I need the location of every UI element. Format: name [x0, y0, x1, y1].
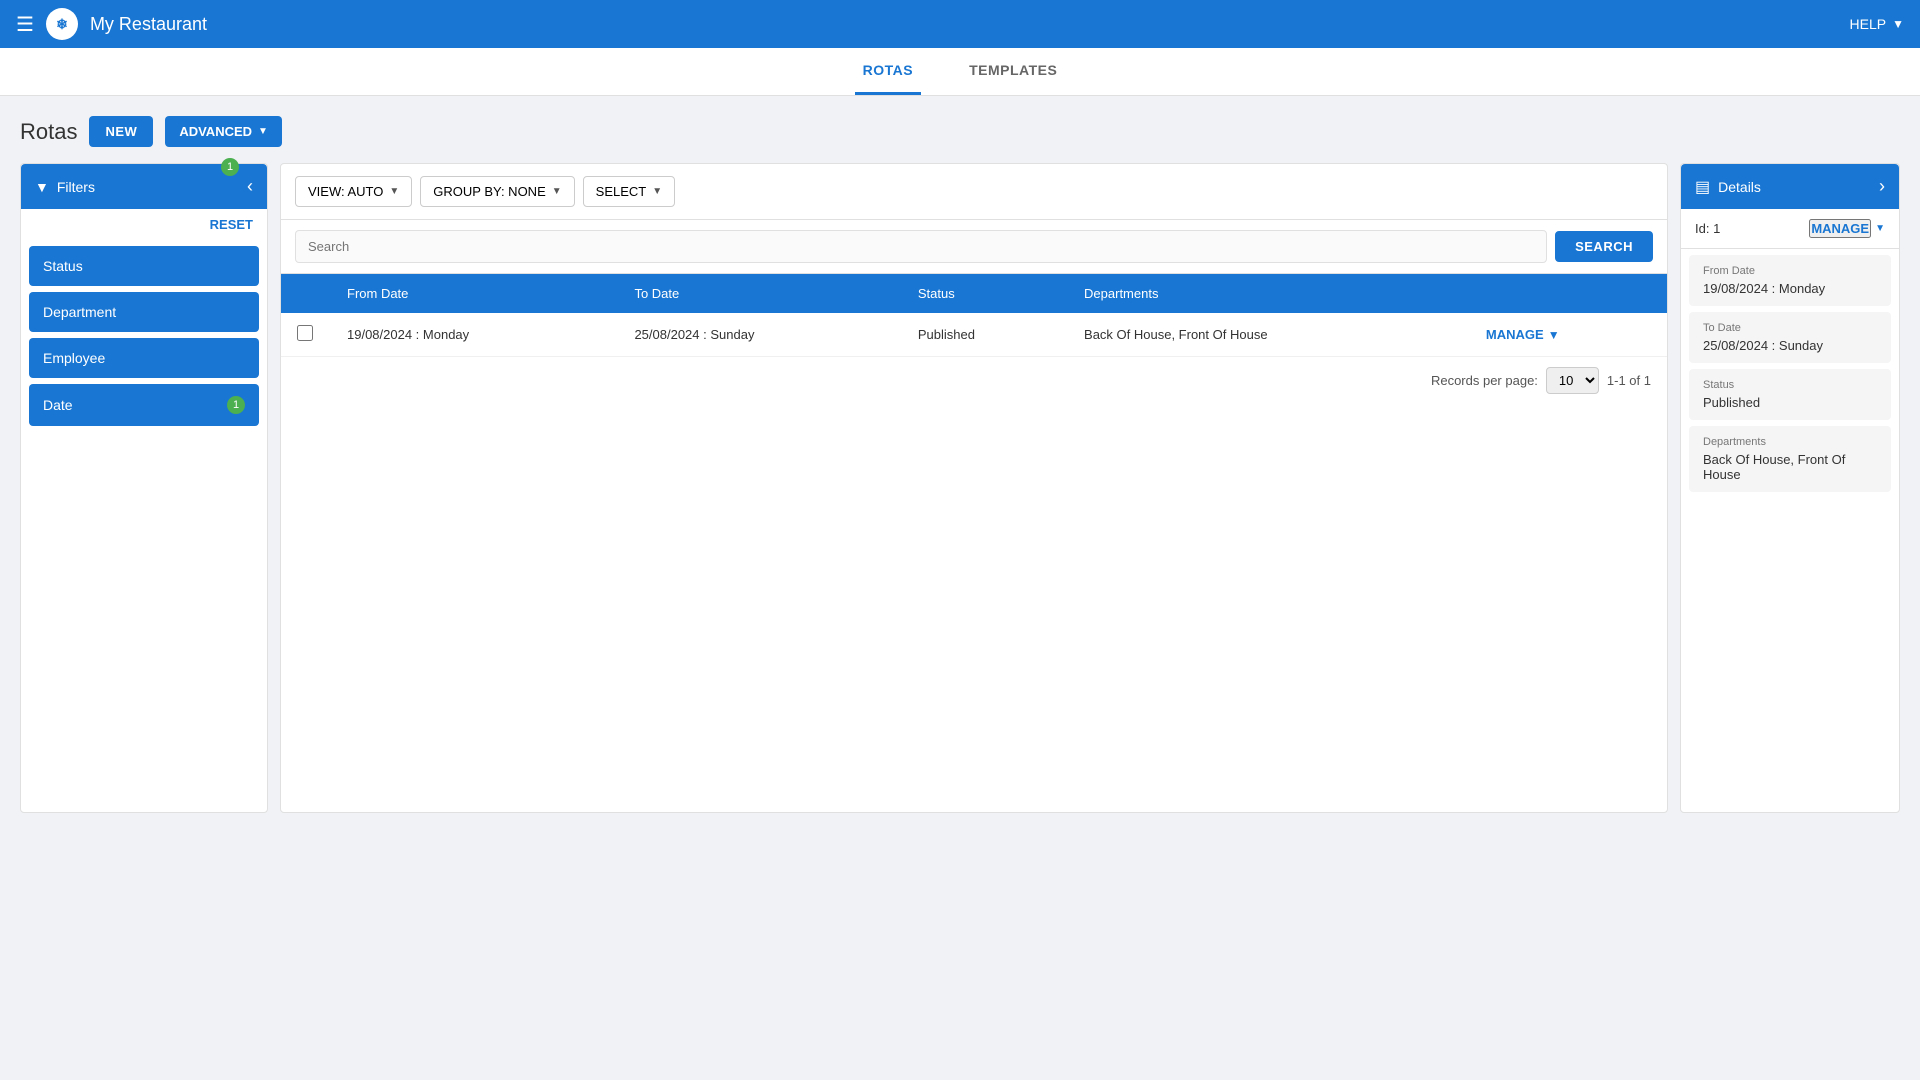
- view-caret-icon: ▼: [389, 186, 399, 197]
- row-from-date: 19/08/2024 : Monday: [331, 313, 618, 357]
- toolbar: VIEW: AUTO ▼ GROUP BY: NONE ▼ SELECT ▼: [281, 164, 1667, 220]
- detail-status-value: Published: [1703, 395, 1877, 410]
- detail-departments-value: Back Of House, Front Of House: [1703, 452, 1877, 482]
- col-status: Status: [902, 274, 1068, 313]
- help-dropdown-icon[interactable]: ▼: [1892, 17, 1904, 31]
- table-row: 19/08/2024 : Monday 25/08/2024 : Sunday …: [281, 313, 1667, 357]
- row-departments: Back Of House, Front Of House: [1068, 313, 1470, 357]
- col-action: [1470, 274, 1667, 313]
- records-per-page-label: Records per page:: [1431, 373, 1538, 388]
- app-title: My Restaurant: [90, 14, 207, 35]
- detail-from-date-label: From Date: [1703, 265, 1877, 277]
- group-label: GROUP BY: NONE: [433, 184, 545, 199]
- select-button[interactable]: SELECT ▼: [583, 176, 675, 207]
- details-id: Id: 1: [1695, 221, 1720, 236]
- group-caret-icon: ▼: [552, 186, 562, 197]
- details-expand-icon[interactable]: ›: [1879, 176, 1885, 197]
- help-label[interactable]: HELP: [1850, 16, 1887, 32]
- details-manage-caret-icon[interactable]: ▼: [1875, 223, 1885, 234]
- tab-rotas[interactable]: ROTAS: [855, 48, 921, 95]
- row-to-date: 25/08/2024 : Sunday: [618, 313, 901, 357]
- filters-collapse-icon[interactable]: ‹: [247, 176, 253, 197]
- col-from-date: From Date: [331, 274, 618, 313]
- advanced-button[interactable]: ADVANCED ▼: [165, 116, 282, 147]
- manage-cell: MANAGE ▼: [1486, 327, 1651, 342]
- detail-to-date-label: To Date: [1703, 322, 1877, 334]
- detail-from-date-value: 19/08/2024 : Monday: [1703, 281, 1877, 296]
- filter-department[interactable]: Department: [29, 292, 259, 332]
- pagination-range: 1-1 of 1: [1607, 373, 1651, 388]
- row-manage-button[interactable]: MANAGE: [1486, 327, 1544, 342]
- app-logo: ❄: [46, 8, 78, 40]
- row-checkbox[interactable]: [297, 325, 313, 341]
- table-head: From Date To Date Status Departments: [281, 274, 1667, 313]
- hamburger-icon[interactable]: ☰: [16, 12, 34, 37]
- row-status: Published: [902, 313, 1068, 357]
- per-page-select[interactable]: 10 25 50: [1546, 367, 1599, 394]
- tab-bar: ROTAS TEMPLATES: [0, 48, 1920, 96]
- select-caret-icon: ▼: [652, 186, 662, 197]
- details-title: Details: [1718, 179, 1761, 195]
- view-label: VIEW: AUTO: [308, 184, 383, 199]
- filter-employee[interactable]: Employee: [29, 338, 259, 378]
- detail-to-date-field: To Date 25/08/2024 : Sunday: [1689, 312, 1891, 363]
- nav-left: ☰ ❄ My Restaurant: [16, 8, 207, 40]
- search-button[interactable]: SEARCH: [1555, 231, 1653, 262]
- manage-dropdown-icon[interactable]: ▼: [1548, 328, 1560, 342]
- filter-department-label: Department: [43, 304, 116, 320]
- filter-employee-label: Employee: [43, 350, 105, 366]
- detail-from-date-field: From Date 19/08/2024 : Monday: [1689, 255, 1891, 306]
- advanced-caret-icon: ▼: [258, 126, 268, 137]
- page-title: Rotas: [20, 119, 77, 145]
- col-checkbox: [281, 274, 331, 313]
- filters-panel: ▼ Filters 1 ‹ RESET Status Department Em…: [20, 163, 268, 813]
- filter-date[interactable]: Date 1: [29, 384, 259, 426]
- search-row: SEARCH: [281, 220, 1667, 274]
- advanced-label: ADVANCED: [179, 124, 252, 139]
- details-panel: ▤ Details › Id: 1 MANAGE ▼ From Date 19/…: [1680, 163, 1900, 813]
- detail-departments-label: Departments: [1703, 436, 1877, 448]
- details-header-left: ▤ Details: [1695, 177, 1761, 197]
- search-input[interactable]: [295, 230, 1547, 263]
- col-to-date: To Date: [618, 274, 901, 313]
- filter-icon: ▼: [35, 179, 49, 195]
- details-id-row: Id: 1 MANAGE ▼: [1681, 209, 1899, 249]
- row-action-cell: MANAGE ▼: [1470, 313, 1667, 357]
- filter-date-label: Date: [43, 397, 73, 413]
- filter-status[interactable]: Status: [29, 246, 259, 286]
- filter-status-label: Status: [43, 258, 83, 274]
- filters-header: ▼ Filters 1 ‹: [21, 164, 267, 209]
- detail-to-date-value: 25/08/2024 : Sunday: [1703, 338, 1877, 353]
- details-header: ▤ Details ›: [1681, 164, 1899, 209]
- detail-status-field: Status Published: [1689, 369, 1891, 420]
- filter-date-badge: 1: [227, 396, 245, 414]
- filters-badge: 1: [221, 158, 239, 176]
- row-checkbox-cell: [281, 313, 331, 357]
- detail-status-label: Status: [1703, 379, 1877, 391]
- details-manage-group: MANAGE ▼: [1809, 219, 1885, 238]
- pagination-row: Records per page: 10 25 50 1-1 of 1: [281, 357, 1667, 404]
- table-body: 19/08/2024 : Monday 25/08/2024 : Sunday …: [281, 313, 1667, 357]
- middle-panel: VIEW: AUTO ▼ GROUP BY: NONE ▼ SELECT ▼ S…: [280, 163, 1668, 813]
- table-header-row: From Date To Date Status Departments: [281, 274, 1667, 313]
- new-button[interactable]: NEW: [89, 116, 153, 147]
- view-auto-button[interactable]: VIEW: AUTO ▼: [295, 176, 412, 207]
- top-nav: ☰ ❄ My Restaurant HELP ▼: [0, 0, 1920, 48]
- filters-header-left: ▼ Filters: [35, 179, 95, 195]
- group-by-button[interactable]: GROUP BY: NONE ▼: [420, 176, 574, 207]
- logo-icon: ❄: [56, 16, 68, 33]
- details-manage-button[interactable]: MANAGE: [1809, 219, 1871, 238]
- content-columns: ▼ Filters 1 ‹ RESET Status Department Em…: [20, 163, 1900, 813]
- page-header: Rotas NEW ADVANCED ▼: [20, 116, 1900, 147]
- filters-title: Filters: [57, 179, 95, 195]
- tab-templates[interactable]: TEMPLATES: [961, 48, 1065, 95]
- nav-right: HELP ▼: [1850, 16, 1904, 32]
- select-label: SELECT: [596, 184, 647, 199]
- col-departments: Departments: [1068, 274, 1470, 313]
- data-table: From Date To Date Status Departments 19/…: [281, 274, 1667, 357]
- details-icon: ▤: [1695, 177, 1710, 197]
- main-area: Rotas NEW ADVANCED ▼ ▼ Filters 1 ‹ RESET…: [0, 96, 1920, 833]
- reset-button[interactable]: RESET: [196, 209, 267, 240]
- detail-departments-field: Departments Back Of House, Front Of Hous…: [1689, 426, 1891, 492]
